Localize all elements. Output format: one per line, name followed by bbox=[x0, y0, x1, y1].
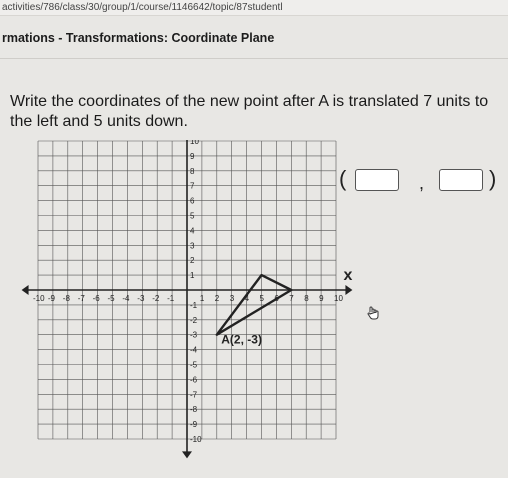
x-tick-label: 1 bbox=[200, 294, 205, 303]
y-tick-label: 3 bbox=[190, 241, 195, 250]
x-tick-label: 10 bbox=[334, 294, 343, 303]
x-tick-label: 3 bbox=[230, 294, 235, 303]
x-axis-arrow-right bbox=[345, 285, 353, 295]
point-a-label: A(2, -3) bbox=[221, 333, 262, 347]
y-tick-label: -2 bbox=[190, 316, 198, 325]
y-tick-label: -9 bbox=[190, 420, 198, 429]
comma-separator: , bbox=[419, 173, 425, 193]
page-title: rmations - Transformations: Coordinate P… bbox=[2, 31, 275, 45]
y-tick-label: 8 bbox=[190, 167, 195, 176]
title-divider bbox=[0, 58, 508, 59]
y-tick-label: -7 bbox=[190, 390, 198, 399]
hand-pointer-icon bbox=[367, 306, 379, 320]
close-paren: ) bbox=[489, 166, 497, 191]
y-tick-label: 2 bbox=[190, 256, 195, 265]
y-coordinate-input[interactable] bbox=[439, 169, 483, 191]
x-tick-label: -6 bbox=[93, 294, 101, 303]
browser-url-bar[interactable]: activities/786/class/30/group/1/course/1… bbox=[0, 0, 508, 16]
y-tick-label: 5 bbox=[190, 212, 195, 221]
x-tick-label: -4 bbox=[122, 294, 130, 303]
x-tick-label: 5 bbox=[260, 294, 265, 303]
x-tick-label: 7 bbox=[289, 294, 294, 303]
x-axis-label: x bbox=[343, 267, 352, 284]
axes bbox=[21, 140, 353, 459]
x-axis-arrow-left bbox=[21, 285, 29, 295]
y-tick-label: -3 bbox=[190, 331, 198, 340]
x-coordinate-input[interactable] bbox=[355, 169, 399, 191]
x-tick-label: 9 bbox=[319, 294, 324, 303]
y-tick-label: -1 bbox=[190, 301, 198, 310]
question-text: Write the coordinates of the new point a… bbox=[10, 93, 489, 130]
x-tick-label: -2 bbox=[152, 294, 160, 303]
x-tick-label: -10 bbox=[33, 294, 45, 303]
x-tick-label: -8 bbox=[63, 294, 71, 303]
y-tick-label: 1 bbox=[190, 271, 195, 280]
x-tick-label: -9 bbox=[48, 294, 56, 303]
open-paren: ( bbox=[339, 166, 347, 191]
x-tick-label: -7 bbox=[78, 294, 86, 303]
y-tick-label: -10 bbox=[190, 435, 202, 444]
y-tick-label: -5 bbox=[190, 361, 198, 370]
x-tick-label: -1 bbox=[167, 294, 175, 303]
x-tick-label: 2 bbox=[215, 294, 220, 303]
y-tick-label: 7 bbox=[190, 182, 195, 191]
y-tick-label: -8 bbox=[190, 405, 198, 414]
y-tick-label: 10 bbox=[190, 140, 199, 146]
y-tick-label: 6 bbox=[190, 197, 195, 206]
x-tick-label: 8 bbox=[304, 294, 309, 303]
answer-coordinate-entry: ( , ) bbox=[339, 167, 504, 199]
y-axis-arrow-down bbox=[182, 451, 192, 459]
x-tick-label: -3 bbox=[137, 294, 145, 303]
x-tick-label: -5 bbox=[108, 294, 116, 303]
y-tick-label: 4 bbox=[190, 226, 195, 235]
y-tick-label: 9 bbox=[190, 152, 195, 161]
y-tick-label: -4 bbox=[190, 346, 198, 355]
y-tick-label: -6 bbox=[190, 375, 198, 384]
